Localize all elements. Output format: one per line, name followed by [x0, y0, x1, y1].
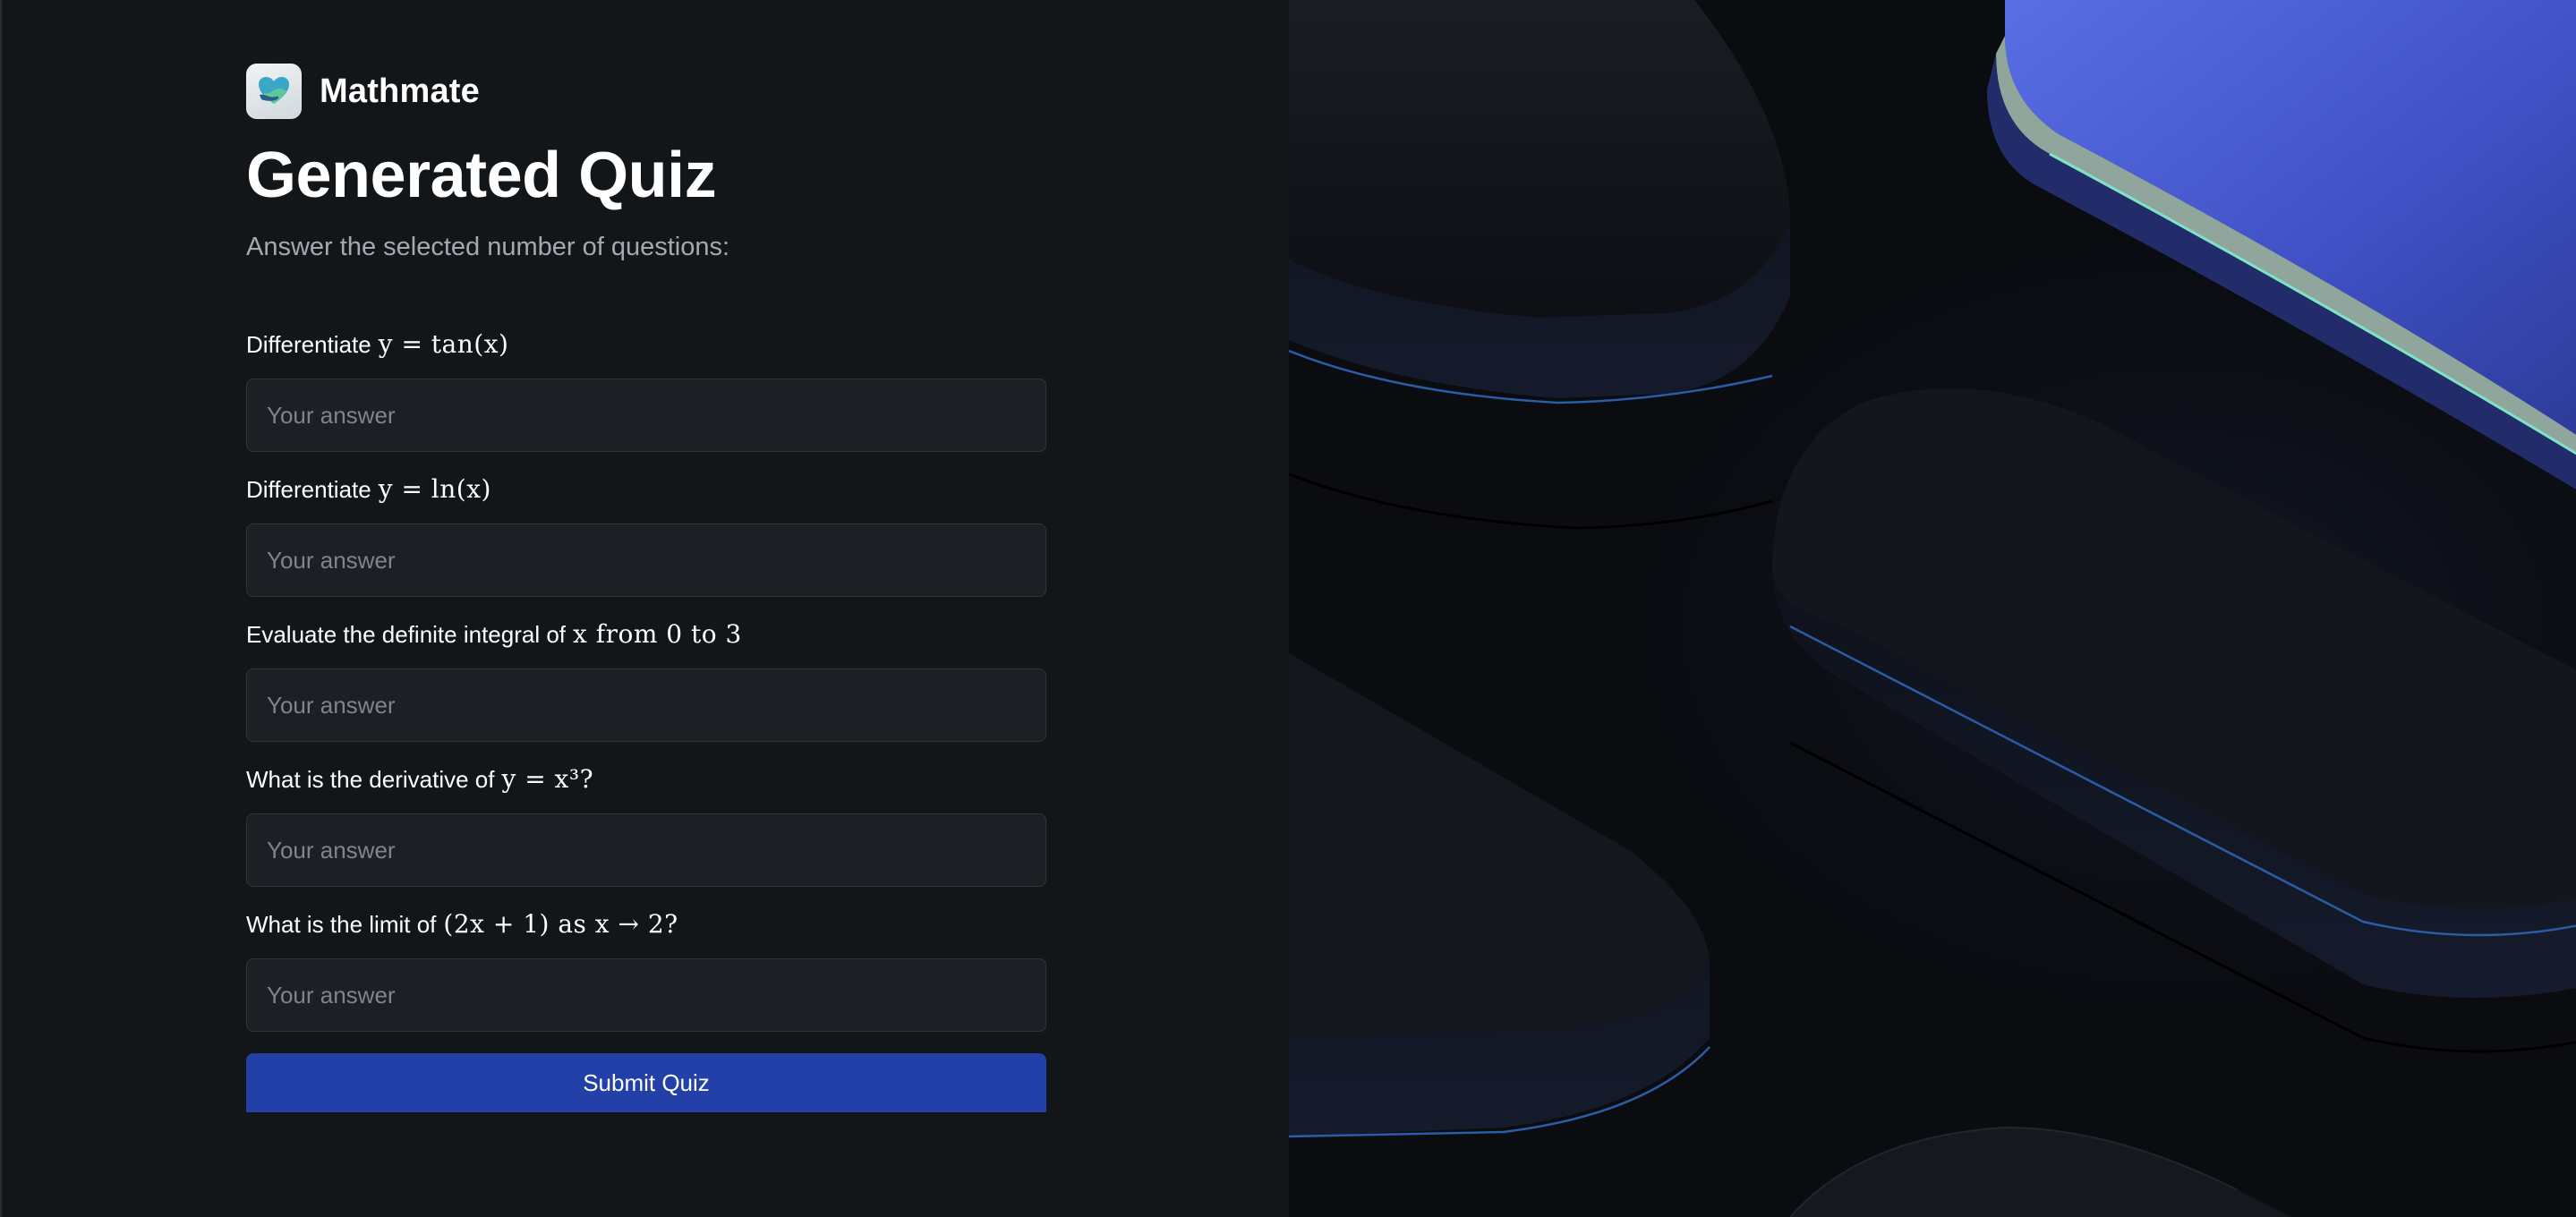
question-text: Differentiate [246, 331, 371, 358]
question-math: y = ln(x) [378, 474, 491, 504]
answer-input-5[interactable] [246, 958, 1046, 1032]
decorative-background [1289, 0, 2576, 1217]
question-text: What is the derivative of [246, 766, 495, 793]
brand-name: Mathmate [320, 72, 480, 110]
question-math: y = tan(x) [378, 329, 509, 359]
question-item-1: Differentiate y = tan(x) [246, 328, 1046, 452]
question-math: (2x + 1) as x → 2? [443, 909, 678, 939]
submit-quiz-button[interactable]: Submit Quiz [246, 1053, 1046, 1112]
answer-input-4[interactable] [246, 813, 1046, 887]
answer-input-2[interactable] [246, 523, 1046, 597]
question-label: Differentiate y = ln(x) [246, 473, 1046, 506]
abstract-3d-shapes-image [1289, 0, 2576, 1217]
question-text: Differentiate [246, 476, 371, 503]
quiz-panel: Mathmate Generated Quiz Answer the selec… [0, 0, 1289, 1217]
question-item-4: What is the derivative of y = x³? [246, 763, 1046, 887]
question-label: What is the derivative of y = x³? [246, 763, 1046, 796]
page-subtitle: Answer the selected number of questions: [246, 233, 730, 261]
question-label: Differentiate y = tan(x) [246, 328, 1046, 361]
question-label: Evaluate the definite integral of x from… [246, 618, 1046, 651]
question-math: y = x³? [501, 764, 594, 794]
quiz-content: Mathmate Generated Quiz Answer the selec… [246, 63, 1046, 1112]
question-math: x from 0 to 3 [573, 619, 742, 649]
answer-input-1[interactable] [246, 379, 1046, 452]
page-title: Generated Quiz [246, 140, 717, 211]
question-item-2: Differentiate y = ln(x) [246, 473, 1046, 597]
brand-header[interactable]: Mathmate [246, 63, 1046, 120]
question-text: Evaluate the definite integral of [246, 621, 567, 648]
question-item-5: What is the limit of (2x + 1) as x → 2? [246, 908, 1046, 1032]
question-label: What is the limit of (2x + 1) as x → 2? [246, 908, 1046, 940]
heart-hands-logo-icon [246, 64, 302, 119]
quiz-page: Mathmate Generated Quiz Answer the selec… [0, 0, 2576, 1217]
question-item-3: Evaluate the definite integral of x from… [246, 618, 1046, 742]
question-text: What is the limit of [246, 911, 437, 938]
question-list: Differentiate y = tan(x) Differentiate y… [246, 328, 1046, 1032]
answer-input-3[interactable] [246, 668, 1046, 742]
